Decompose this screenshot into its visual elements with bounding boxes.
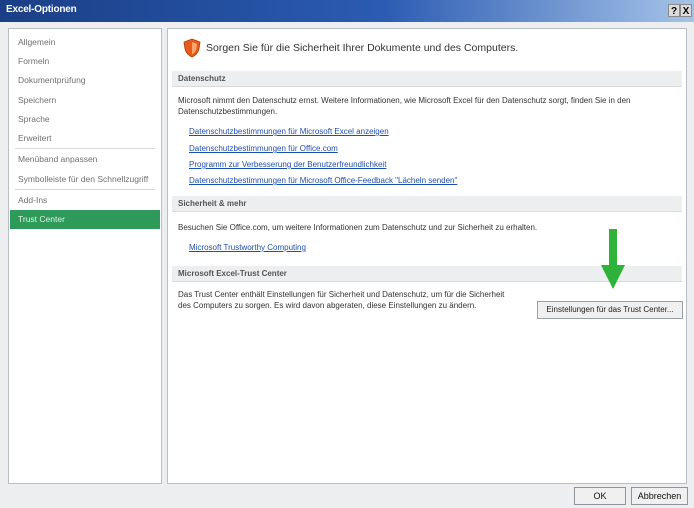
shield-icon (183, 38, 201, 58)
trust-center-description: Das Trust Center enthält Einstellungen f… (178, 290, 505, 310)
title-bar: Excel-Optionen ? X (0, 0, 694, 22)
sidebar-item-dokumentpruefung[interactable]: Dokumentprüfung (10, 71, 160, 90)
link-privacy-excel[interactable]: Datenschutzbestimmungen für Microsoft Ex… (189, 127, 389, 136)
sidebar-divider (15, 189, 155, 190)
sidebar-item-speichern[interactable]: Speichern (10, 91, 160, 110)
cancel-button[interactable]: Abbrechen (631, 487, 688, 505)
sidebar-item-trust-center[interactable]: Trust Center (10, 210, 160, 229)
link-privacy-office-com[interactable]: Datenschutzbestimmungen für Office.com (189, 144, 338, 153)
datenschutz-description: Microsoft nimmt den Datenschutz ernst. W… (178, 96, 631, 116)
window-title: Excel-Optionen (6, 4, 77, 15)
sidebar-item-sprache[interactable]: Sprache (10, 110, 160, 129)
options-sidebar: Allgemein Formeln Dokumentprüfung Speich… (8, 28, 162, 484)
sidebar-item-formeln[interactable]: Formeln (10, 52, 160, 71)
sidebar-item-schnellzugriff[interactable]: Symbolleiste für den Schnellzugriff (10, 170, 160, 189)
ok-button[interactable]: OK (574, 487, 626, 505)
sidebar-divider (15, 148, 155, 149)
section-header-datenschutz: Datenschutz (172, 71, 682, 87)
link-trustworthy-computing[interactable]: Microsoft Trustworthy Computing (189, 243, 306, 252)
green-arrow-annotation (601, 229, 625, 289)
help-button[interactable]: ? (668, 4, 680, 17)
link-privacy-feedback[interactable]: Datenschutzbestimmungen für Microsoft Of… (189, 176, 457, 185)
sidebar-item-add-ins[interactable]: Add-Ins (10, 191, 160, 210)
close-button[interactable]: X (680, 4, 692, 17)
excel-options-dialog: Excel-Optionen ? X Allgemein Formeln Dok… (0, 0, 694, 508)
link-ceip[interactable]: Programm zur Verbesserung der Benutzerfr… (189, 160, 386, 169)
section-header-sicherheit: Sicherheit & mehr (172, 196, 682, 212)
sidebar-item-menueband-anpassen[interactable]: Menüband anpassen (10, 150, 160, 169)
page-heading: Sorgen Sie für die Sicherheit Ihrer Doku… (206, 42, 519, 54)
sidebar-item-erweitert[interactable]: Erweitert (10, 129, 160, 148)
sidebar-item-allgemein[interactable]: Allgemein (10, 33, 160, 52)
trust-center-settings-button[interactable]: Einstellungen für das Trust Center... (537, 301, 683, 319)
trust-center-panel: Sorgen Sie für die Sicherheit Ihrer Doku… (167, 28, 687, 484)
